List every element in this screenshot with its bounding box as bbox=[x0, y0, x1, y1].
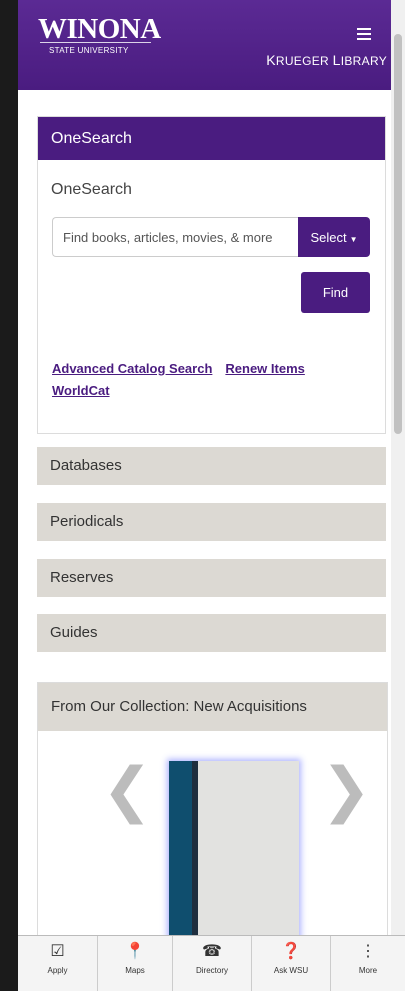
library-name-initial-k: K bbox=[266, 52, 276, 68]
search-input[interactable] bbox=[52, 217, 298, 257]
app-frame: WINONA STATE UNIVERSITY KRUEGER LIBRARY … bbox=[18, 0, 405, 991]
phone-icon: ☎ bbox=[202, 943, 222, 960]
logo-wordmark[interactable]: WINONA bbox=[38, 14, 161, 44]
select-dropdown-button[interactable]: Select ▼ bbox=[298, 217, 370, 257]
worldcat-link[interactable]: WorldCat bbox=[52, 383, 110, 398]
nav-directory[interactable]: ☎ Directory bbox=[173, 936, 252, 991]
quick-links: Advanced Catalog Search Renew Items World… bbox=[52, 358, 372, 402]
nav-maps[interactable]: 📍 Maps bbox=[98, 936, 173, 991]
library-name-rest-1: RUEGER bbox=[275, 54, 333, 68]
advanced-search-link[interactable]: Advanced Catalog Search bbox=[52, 361, 212, 376]
logo-subtitle: STATE UNIVERSITY bbox=[49, 46, 129, 55]
find-button[interactable]: Find bbox=[301, 272, 370, 313]
bottom-nav: ☑ Apply 📍 Maps ☎ Directory ❓ Ask WSU ⋮ M… bbox=[18, 935, 405, 991]
menu-icon[interactable] bbox=[357, 28, 371, 43]
library-name-initial-l: L bbox=[332, 52, 341, 68]
more-vertical-icon: ⋮ bbox=[360, 943, 376, 960]
panel-title: OneSearch bbox=[38, 117, 385, 160]
accordion-periodicals[interactable]: Periodicals bbox=[37, 503, 386, 541]
book-cover-image[interactable] bbox=[169, 761, 299, 951]
carousel-prev-icon[interactable]: ❮ bbox=[102, 760, 152, 820]
question-icon: ❓ bbox=[281, 943, 301, 960]
nav-more[interactable]: ⋮ More bbox=[331, 936, 405, 991]
accordion-reserves[interactable]: Reserves bbox=[37, 559, 386, 597]
select-label: Select bbox=[310, 229, 347, 245]
accordion-guides[interactable]: Guides bbox=[37, 614, 386, 652]
onesearch-subheading: OneSearch bbox=[51, 181, 132, 198]
site-header: WINONA STATE UNIVERSITY KRUEGER LIBRARY bbox=[18, 0, 391, 90]
nav-apply[interactable]: ☑ Apply bbox=[18, 936, 98, 991]
search-row: Select▼ bbox=[52, 217, 370, 259]
carousel-next-icon[interactable]: ❯ bbox=[321, 760, 371, 820]
logo-divider bbox=[40, 42, 151, 43]
vertical-scrollbar[interactable] bbox=[391, 0, 405, 991]
onesearch-panel: OneSearch OneSearch Select▼ Find Advance… bbox=[37, 116, 386, 434]
caret-down-icon: ▼ bbox=[349, 234, 358, 244]
scrollbar-thumb[interactable] bbox=[394, 34, 402, 434]
map-marker-icon: 📍 bbox=[125, 943, 145, 960]
library-name-rest-2: IBRARY bbox=[340, 54, 387, 68]
checkbox-icon: ☑ bbox=[50, 943, 65, 960]
nav-ask-wsu[interactable]: ❓ Ask WSU bbox=[252, 936, 331, 991]
collection-title: From Our Collection: New Acquisitions bbox=[38, 683, 387, 731]
accordion-databases[interactable]: Databases bbox=[37, 447, 386, 485]
renew-items-link[interactable]: Renew Items bbox=[225, 361, 304, 376]
library-name[interactable]: KRUEGER LIBRARY bbox=[266, 52, 387, 68]
